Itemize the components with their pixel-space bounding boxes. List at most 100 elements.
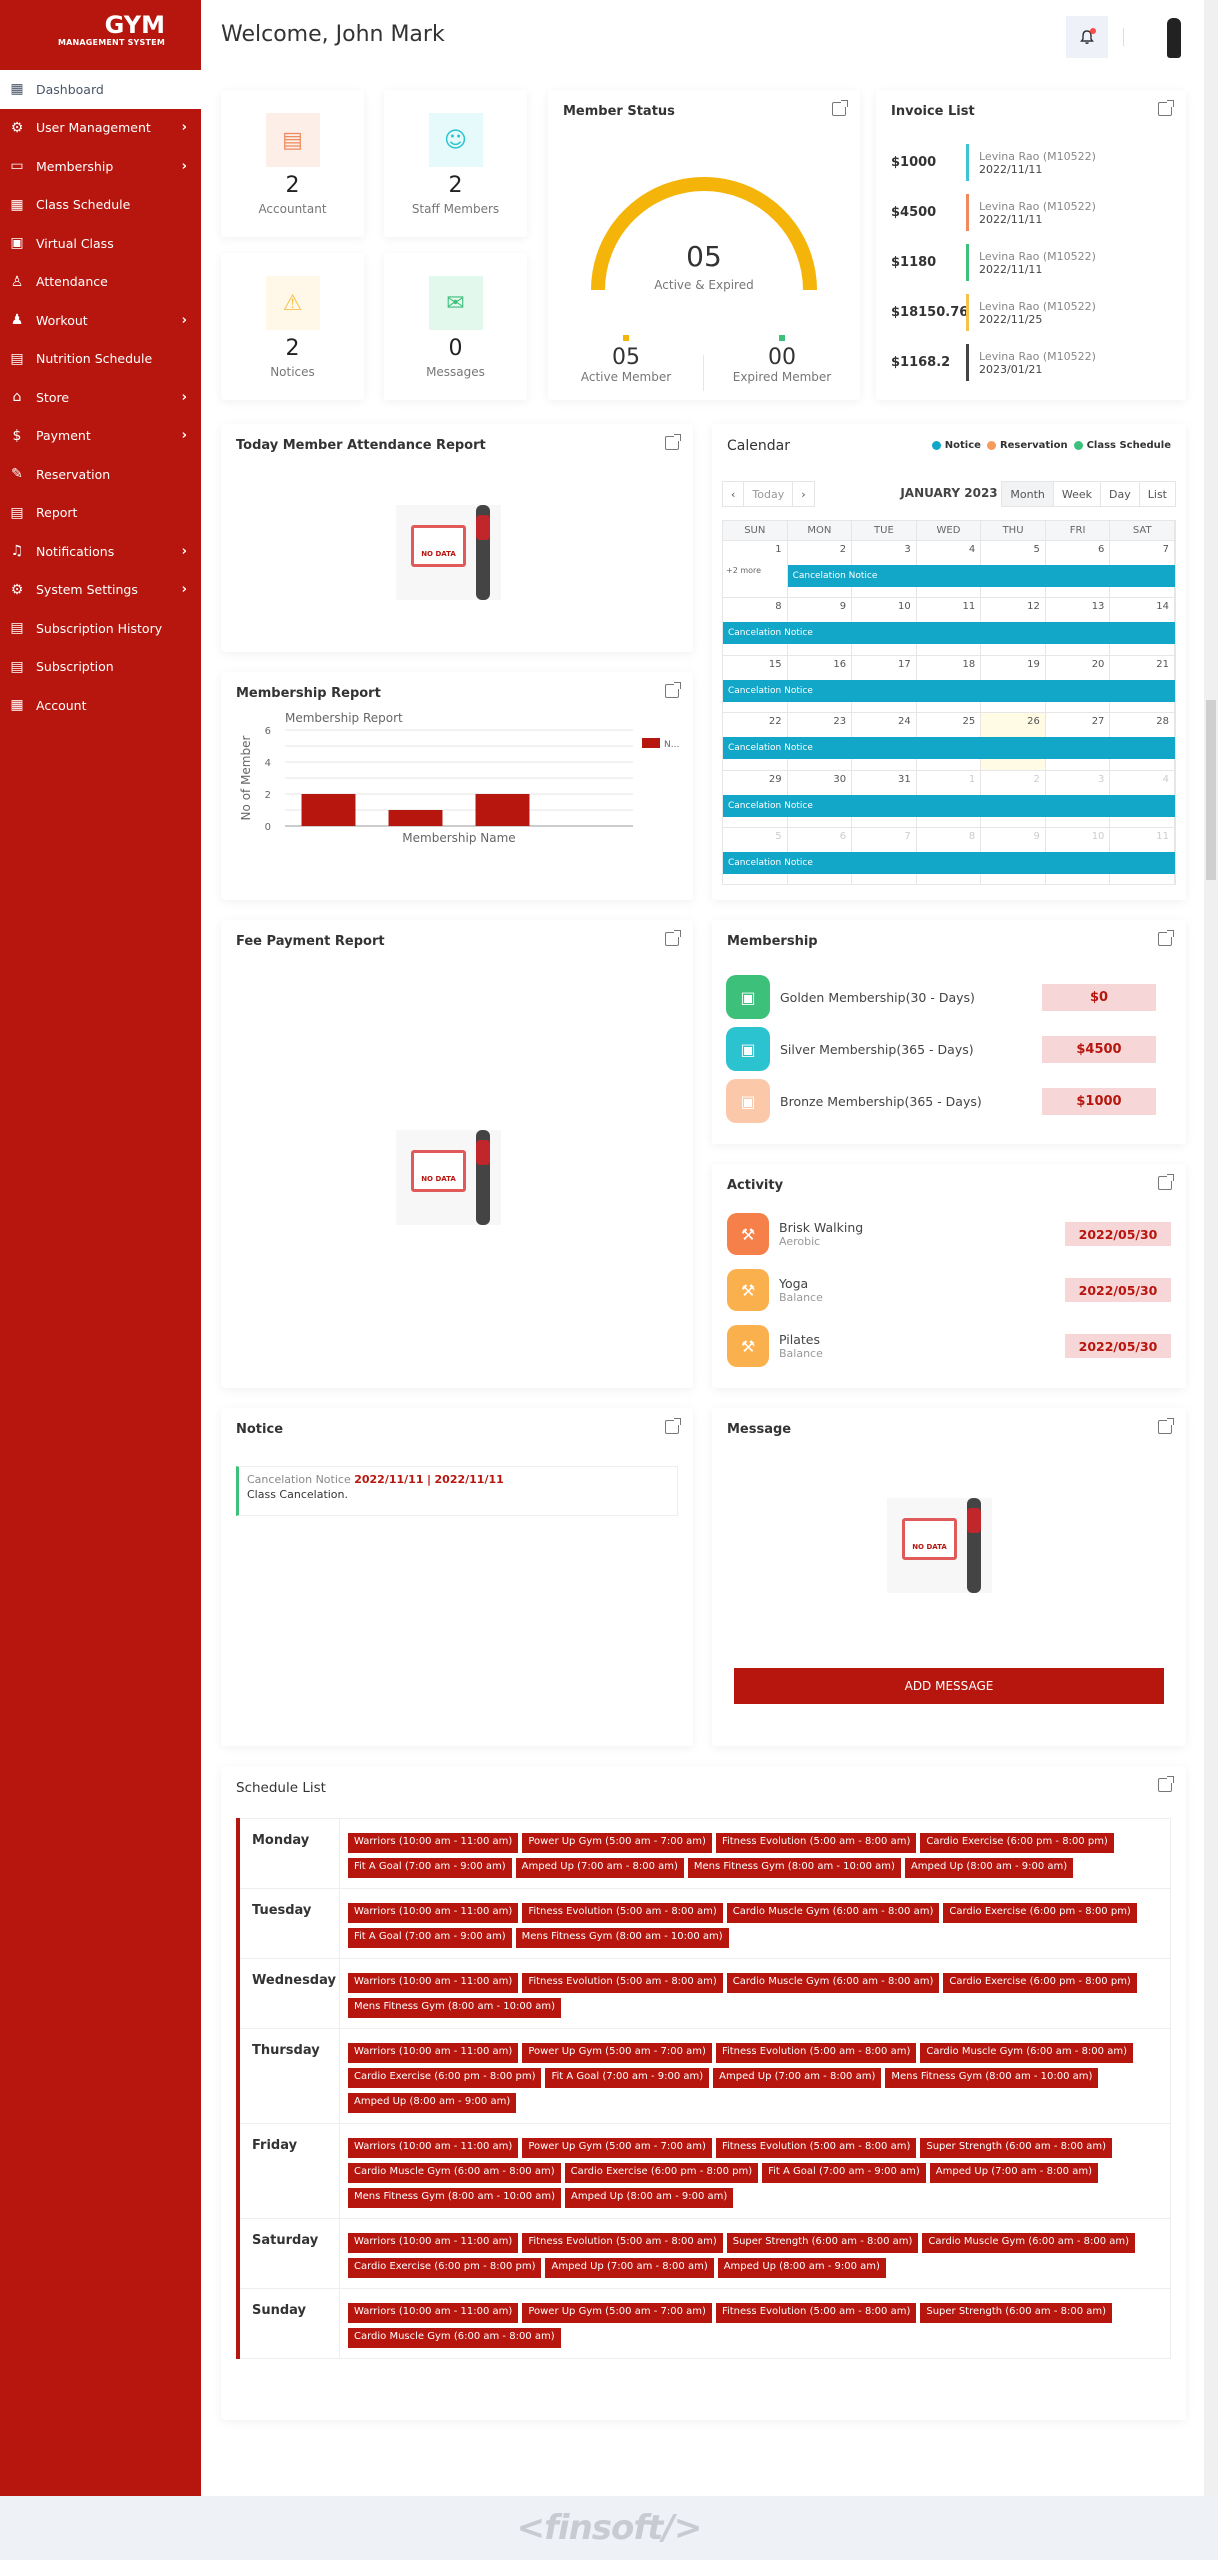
external-link-icon[interactable] [665,930,681,946]
sidebar-item-membership[interactable]: ▭ Membership › [0,147,201,186]
sidebar-item-user-management[interactable]: ⚙ User Management › [0,109,201,148]
schedule-slot[interactable]: Amped Up (7:00 am - 8:00 am) [713,2068,882,2088]
activity-row[interactable]: ⚒ Brisk Walking Aerobic 2022/05/30 [727,1212,1171,1256]
external-link-icon[interactable] [1158,930,1174,946]
sidebar-item-nutrition-schedule[interactable]: ▤ Nutrition Schedule [0,340,201,379]
app-logo[interactable]: GYM MANAGEMENT SYSTEM [0,0,201,70]
schedule-slot[interactable]: Cardio Exercise (6:00 pm - 8:00 pm) [943,1903,1137,1923]
schedule-slot[interactable]: Fit A Goal (7:00 am - 9:00 am) [545,2068,710,2088]
sidebar-item-subscription[interactable]: ▤ Subscription [0,648,201,687]
sidebar-item-store[interactable]: ⌂ Store › [0,378,201,417]
stat-card-messages[interactable]: ✉ 0 Messages [384,253,527,400]
external-link-icon[interactable] [832,100,848,116]
schedule-slot[interactable]: Fitness Evolution (5:00 am - 8:00 am) [522,1973,723,1993]
schedule-slot[interactable]: Cardio Exercise (6:00 pm - 8:00 pm) [564,2163,759,2183]
schedule-slot[interactable]: Amped Up (8:00 am - 9:00 am) [348,2093,517,2113]
schedule-slot[interactable]: Super Strength (6:00 am - 8:00 am) [920,2303,1113,2323]
add-message-button[interactable]: ADD MESSAGE [734,1668,1164,1704]
sidebar-item-dashboard[interactable]: ▦ Dashboard [0,70,201,109]
invoice-row[interactable]: $1168.2 Levina Rao (M10522) 2023/01/21 [891,344,1096,381]
stat-card-accountant[interactable]: ▤ 2 Accountant [221,90,364,237]
schedule-slot[interactable]: Cardio Exercise (6:00 pm - 8:00 pm) [920,1833,1114,1853]
membership-row[interactable]: ▣ Golden Membership(30 - Days) $0 [726,975,1156,1019]
external-link-icon[interactable] [665,1418,681,1434]
page-scrollbar[interactable] [1204,0,1218,2496]
schedule-slot[interactable]: Cardio Muscle Gym (6:00 am - 8:00 am) [726,1903,940,1923]
external-link-icon[interactable] [665,682,681,698]
schedule-slot[interactable]: Amped Up (8:00 am - 9:00 am) [565,2188,734,2208]
schedule-slot[interactable]: Cardio Muscle Gym (6:00 am - 8:00 am) [920,2043,1133,2063]
calendar-event[interactable]: Cancelation Notice [787,565,1175,587]
external-link-icon[interactable] [1158,1418,1174,1434]
view-day-button[interactable]: Day [1101,482,1140,506]
schedule-slot[interactable]: Fit A Goal (7:00 am - 9:00 am) [348,1858,512,1878]
schedule-slot[interactable]: Amped Up (8:00 am - 9:00 am) [717,2258,886,2278]
notice-item[interactable]: Cancelation Notice 2022/11/11 | 2022/11/… [236,1466,678,1516]
user-avatar[interactable] [1167,18,1181,58]
sidebar-item-report[interactable]: ▤ Report [0,494,201,533]
invoice-row[interactable]: $1180 Levina Rao (M10522) 2022/11/11 [891,244,1096,281]
sidebar-item-system-settings[interactable]: ⚙ System Settings › [0,571,201,610]
invoice-row[interactable]: $18150.76 Levina Rao (M10522) 2022/11/25 [891,294,1096,331]
schedule-slot[interactable]: Cardio Muscle Gym (6:00 am - 8:00 am) [922,2233,1136,2253]
sidebar-item-class-schedule[interactable]: ▦ Class Schedule [0,186,201,225]
notifications-button[interactable] [1066,16,1108,58]
schedule-slot[interactable]: Warriors (10:00 am - 11:00 am) [348,1833,519,1853]
schedule-slot[interactable]: Power Up Gym (5:00 am - 7:00 am) [522,2138,712,2158]
scrollbar-thumb[interactable] [1206,700,1216,880]
calendar-event[interactable]: Cancelation Notice [723,737,1175,760]
stat-card-staff[interactable]: ☺ 2 Staff Members [384,90,527,237]
schedule-slot[interactable]: Mens Fitness Gym (8:00 am - 10:00 am) [515,1928,729,1948]
invoice-row[interactable]: $1000 Levina Rao (M10522) 2022/11/11 [891,144,1096,181]
schedule-slot[interactable]: Cardio Exercise (6:00 pm - 8:00 pm) [348,2258,542,2278]
sidebar-item-subscription-history[interactable]: ▤ Subscription History [0,609,201,648]
sidebar-item-virtual-class[interactable]: ▣ Virtual Class [0,224,201,263]
schedule-slot[interactable]: Fitness Evolution (5:00 am - 8:00 am) [715,2303,917,2323]
calendar-event[interactable]: Cancelation Notice [723,679,1175,702]
external-link-icon[interactable] [1158,1174,1174,1190]
schedule-slot[interactable]: Mens Fitness Gym (8:00 am - 10:00 am) [348,2188,562,2208]
calendar-event[interactable]: Cancelation Notice [723,794,1175,817]
schedule-slot[interactable]: Mens Fitness Gym (8:00 am - 10:00 am) [687,1858,901,1878]
schedule-slot[interactable]: Warriors (10:00 am - 11:00 am) [348,2043,519,2063]
schedule-slot[interactable]: Power Up Gym (5:00 am - 7:00 am) [522,1833,712,1853]
sidebar-item-payment[interactable]: $ Payment › [0,417,201,456]
schedule-slot[interactable]: Fit A Goal (7:00 am - 9:00 am) [348,1928,512,1948]
schedule-slot[interactable]: Cardio Exercise (6:00 pm - 8:00 pm) [348,2068,542,2088]
schedule-slot[interactable]: Fit A Goal (7:00 am - 9:00 am) [762,2163,926,2183]
schedule-slot[interactable]: Warriors (10:00 am - 11:00 am) [348,1903,519,1923]
sidebar-item-account[interactable]: ▦ Account [0,686,201,725]
view-week-button[interactable]: Week [1054,482,1102,506]
schedule-slot[interactable]: Fitness Evolution (5:00 am - 8:00 am) [715,2138,917,2158]
schedule-slot[interactable]: Mens Fitness Gym (8:00 am - 10:00 am) [885,2068,1099,2088]
schedule-slot[interactable]: Warriors (10:00 am - 11:00 am) [348,2138,519,2158]
stat-card-notices[interactable]: ⚠ 2 Notices [221,253,364,400]
schedule-slot[interactable]: Fitness Evolution (5:00 am - 8:00 am) [522,2233,723,2253]
sidebar-item-reservation[interactable]: ✎ Reservation [0,455,201,494]
schedule-slot[interactable]: Warriors (10:00 am - 11:00 am) [348,1973,519,1993]
schedule-slot[interactable]: Cardio Exercise (6:00 pm - 8:00 pm) [943,1973,1137,1993]
sidebar-item-attendance[interactable]: ♙ Attendance [0,263,201,302]
schedule-slot[interactable]: Amped Up (7:00 am - 8:00 am) [545,2258,714,2278]
external-link-icon[interactable] [665,434,681,450]
schedule-slot[interactable]: Amped Up (7:00 am - 8:00 am) [515,1858,684,1878]
schedule-slot[interactable]: Warriors (10:00 am - 11:00 am) [348,2303,519,2323]
external-link-icon[interactable] [1158,1776,1174,1792]
external-link-icon[interactable] [1158,100,1174,116]
sidebar-item-workout[interactable]: ♟ Workout › [0,301,201,340]
calendar-event[interactable]: Cancelation Notice [723,622,1175,645]
schedule-slot[interactable]: Cardio Muscle Gym (6:00 am - 8:00 am) [348,2328,561,2348]
schedule-slot[interactable]: Mens Fitness Gym (8:00 am - 10:00 am) [348,1998,562,2018]
schedule-slot[interactable]: Power Up Gym (5:00 am - 7:00 am) [522,2303,712,2323]
schedule-slot[interactable]: Warriors (10:00 am - 11:00 am) [348,2233,519,2253]
schedule-slot[interactable]: Fitness Evolution (5:00 am - 8:00 am) [522,1903,723,1923]
schedule-slot[interactable]: Fitness Evolution (5:00 am - 8:00 am) [715,2043,917,2063]
activity-row[interactable]: ⚒ Pilates Balance 2022/05/30 [727,1324,1171,1368]
membership-row[interactable]: ▣ Bronze Membership(365 - Days) $1000 [726,1079,1156,1123]
invoice-row[interactable]: $4500 Levina Rao (M10522) 2022/11/11 [891,194,1096,231]
schedule-slot[interactable]: Amped Up (7:00 am - 8:00 am) [929,2163,1098,2183]
schedule-slot[interactable]: Cardio Muscle Gym (6:00 am - 8:00 am) [726,1973,940,1993]
schedule-slot[interactable]: Super Strength (6:00 am - 8:00 am) [726,2233,919,2253]
schedule-slot[interactable]: Power Up Gym (5:00 am - 7:00 am) [522,2043,712,2063]
calendar-event[interactable]: Cancelation Notice [723,851,1175,874]
